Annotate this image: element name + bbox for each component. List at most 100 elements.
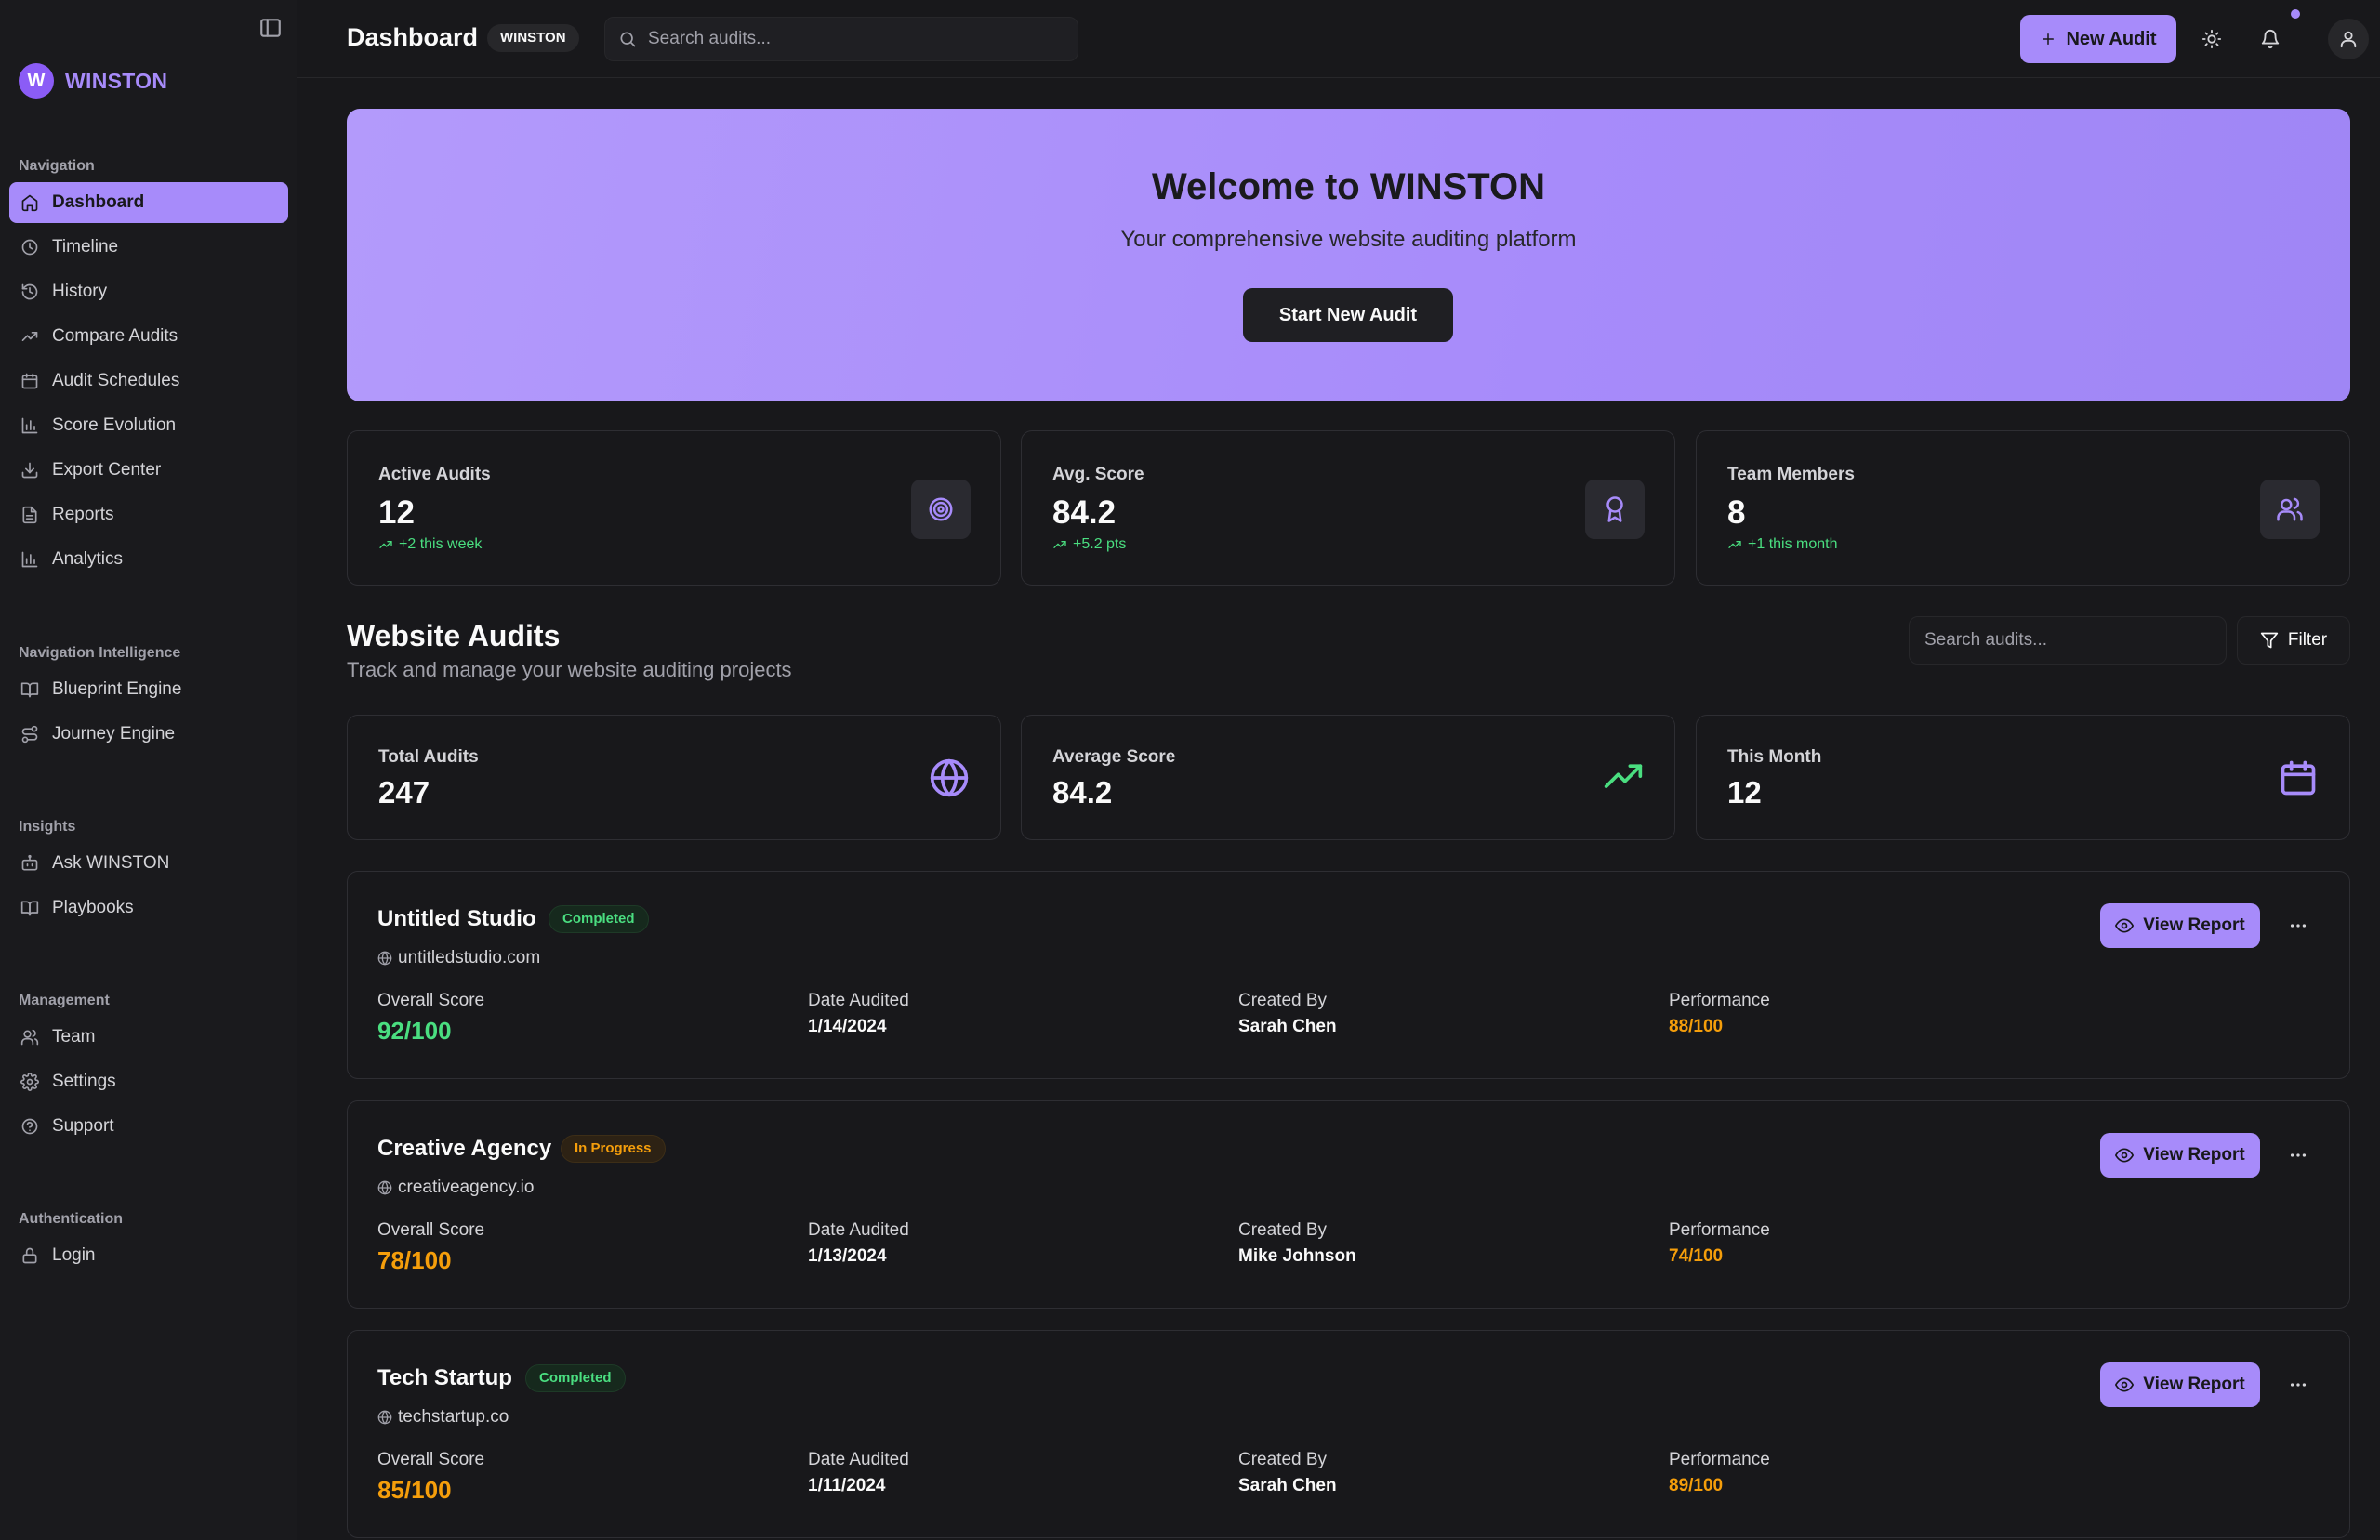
page-title: Dashboard xyxy=(347,23,479,51)
sidebar-item-score-evolution[interactable]: Score Evolution xyxy=(9,405,288,446)
view-report-label: View Report xyxy=(2143,1145,2245,1165)
created-by-field: Created By Sarah Chen xyxy=(1238,991,1337,1037)
audit-url[interactable]: untitledstudio.com xyxy=(377,948,540,968)
audit-search-input[interactable] xyxy=(1924,630,2213,651)
status-badge: Completed xyxy=(549,905,649,933)
view-report-button[interactable]: View Report xyxy=(2100,1362,2260,1407)
trending-up-icon xyxy=(1052,537,1067,552)
sun-icon xyxy=(2202,29,2222,49)
sidebar-item-label: Audit Schedules xyxy=(52,371,180,390)
more-options-button[interactable] xyxy=(2281,1368,2315,1402)
audit-name[interactable]: Untitled Studio xyxy=(377,906,536,932)
book-open-icon xyxy=(20,680,39,699)
brand-name: WINSTON xyxy=(65,68,168,93)
avatar[interactable] xyxy=(2328,19,2369,59)
sidebar-item-login[interactable]: Login xyxy=(9,1235,288,1276)
users-icon xyxy=(20,1028,39,1046)
sidebar-item-export-center[interactable]: Export Center xyxy=(9,450,288,491)
sidebar-item-journey-engine[interactable]: Journey Engine xyxy=(9,714,288,755)
target-icon xyxy=(911,480,971,539)
notifications-button[interactable] xyxy=(2254,22,2287,56)
date-audited-field: Date Audited 1/13/2024 xyxy=(808,1220,909,1267)
start-new-audit-button[interactable]: Start New Audit xyxy=(1243,288,1453,342)
more-options-button[interactable] xyxy=(2281,909,2315,942)
field-label: Performance xyxy=(1669,991,1770,1010)
sidebar-item-compare-audits[interactable]: Compare Audits xyxy=(9,316,288,357)
sidebar-item-team[interactable]: Team xyxy=(9,1017,288,1058)
trending-up-icon xyxy=(20,327,39,346)
summary-card-average-score: Average Score 84.2 xyxy=(1021,715,1675,840)
view-report-button[interactable]: View Report xyxy=(2100,1133,2260,1178)
user-icon xyxy=(2338,29,2359,49)
history-icon xyxy=(20,283,39,301)
sidebar-item-blueprint-engine[interactable]: Blueprint Engine xyxy=(9,669,288,710)
trending-up-icon xyxy=(1727,537,1742,552)
created-by-field: Created By Mike Johnson xyxy=(1238,1220,1356,1267)
calendar-icon xyxy=(2277,757,2320,799)
sidebar-item-label: Analytics xyxy=(52,549,124,569)
sidebar-item-analytics[interactable]: Analytics xyxy=(9,539,288,580)
more-horizontal-icon xyxy=(2288,915,2308,936)
sidebar-toggle-icon[interactable] xyxy=(258,16,283,40)
sidebar-item-history[interactable]: History xyxy=(9,271,288,312)
route-icon xyxy=(20,725,39,744)
summary-card-total-audits: Total Audits 247 xyxy=(347,715,1001,840)
view-report-button[interactable]: View Report xyxy=(2100,903,2260,948)
stat-card-avg-score: Avg. Score 84.2 +5.2 pts xyxy=(1021,430,1675,586)
performance-value: 74/100 xyxy=(1669,1246,1724,1266)
globe-icon xyxy=(377,951,392,966)
sidebar-item-label: Settings xyxy=(52,1072,116,1091)
sidebar-item-label: Compare Audits xyxy=(52,326,178,346)
filter-button[interactable]: Filter xyxy=(2237,616,2350,665)
sidebar-item-playbooks[interactable]: Playbooks xyxy=(9,888,288,928)
sidebar-item-timeline[interactable]: Timeline xyxy=(9,227,288,268)
sidebar-item-dashboard[interactable]: Dashboard xyxy=(9,182,288,223)
field-label: Performance xyxy=(1669,1220,1770,1240)
summary-label: Average Score xyxy=(1052,747,1176,767)
audit-name[interactable]: Tech Startup xyxy=(377,1365,512,1391)
users-icon xyxy=(2260,480,2320,539)
summary-value: 12 xyxy=(1727,775,1762,809)
overall-score-value: 85/100 xyxy=(377,1476,452,1504)
nav-group-insights: Insights Ask WINSTON Playbooks xyxy=(9,815,288,928)
search-input[interactable] xyxy=(648,29,1057,49)
sidebar-item-audit-schedules[interactable]: Audit Schedules xyxy=(9,361,288,401)
more-options-button[interactable] xyxy=(2281,1139,2315,1172)
more-horizontal-icon xyxy=(2288,1145,2308,1165)
field-label: Overall Score xyxy=(377,1220,485,1240)
calendar-icon xyxy=(20,372,39,390)
date-audited-field: Date Audited 1/14/2024 xyxy=(808,991,909,1037)
eye-icon xyxy=(2115,1375,2135,1394)
sidebar-item-label: Playbooks xyxy=(52,898,134,917)
trending-up-icon xyxy=(378,537,393,552)
view-report-label: View Report xyxy=(2143,915,2245,935)
sidebar-item-label: Dashboard xyxy=(52,192,145,212)
audit-url[interactable]: creativeagency.io xyxy=(377,1178,534,1198)
nav-group-label: Authentication xyxy=(19,1211,123,1227)
brand-logo: W xyxy=(19,63,54,99)
sidebar-item-label: History xyxy=(52,282,108,301)
overall-score-field: Overall Score 92/100 xyxy=(377,991,484,1046)
sidebar-item-reports[interactable]: Reports xyxy=(9,494,288,535)
brand[interactable]: W WINSTON xyxy=(19,63,167,99)
performance-value: 88/100 xyxy=(1669,1017,1724,1036)
header-search[interactable] xyxy=(604,17,1078,61)
overall-score-value: 78/100 xyxy=(377,1246,452,1274)
sidebar-item-settings[interactable]: Settings xyxy=(9,1061,288,1102)
performance-value: 89/100 xyxy=(1669,1476,1724,1495)
sidebar-item-label: Score Evolution xyxy=(52,415,177,435)
sidebar-item-support[interactable]: Support xyxy=(9,1106,288,1147)
performance-field: Performance 74/100 xyxy=(1669,1220,1770,1267)
overall-score-field: Overall Score 85/100 xyxy=(377,1450,484,1505)
audit-name[interactable]: Creative Agency xyxy=(377,1136,551,1162)
hero-title: Welcome to WINSTON xyxy=(1151,166,1545,207)
audit-url[interactable]: techstartup.co xyxy=(377,1407,509,1428)
sidebar-item-ask-winston[interactable]: Ask WINSTON xyxy=(9,843,288,884)
theme-toggle-button[interactable] xyxy=(2195,22,2228,56)
audit-search[interactable] xyxy=(1909,616,2227,665)
new-audit-button[interactable]: New Audit xyxy=(2020,15,2176,63)
section-subtitle: Track and manage your website auditing p… xyxy=(347,658,792,681)
status-badge: In Progress xyxy=(561,1135,666,1163)
stat-value: 8 xyxy=(1727,494,1746,531)
clock-icon xyxy=(20,238,39,257)
